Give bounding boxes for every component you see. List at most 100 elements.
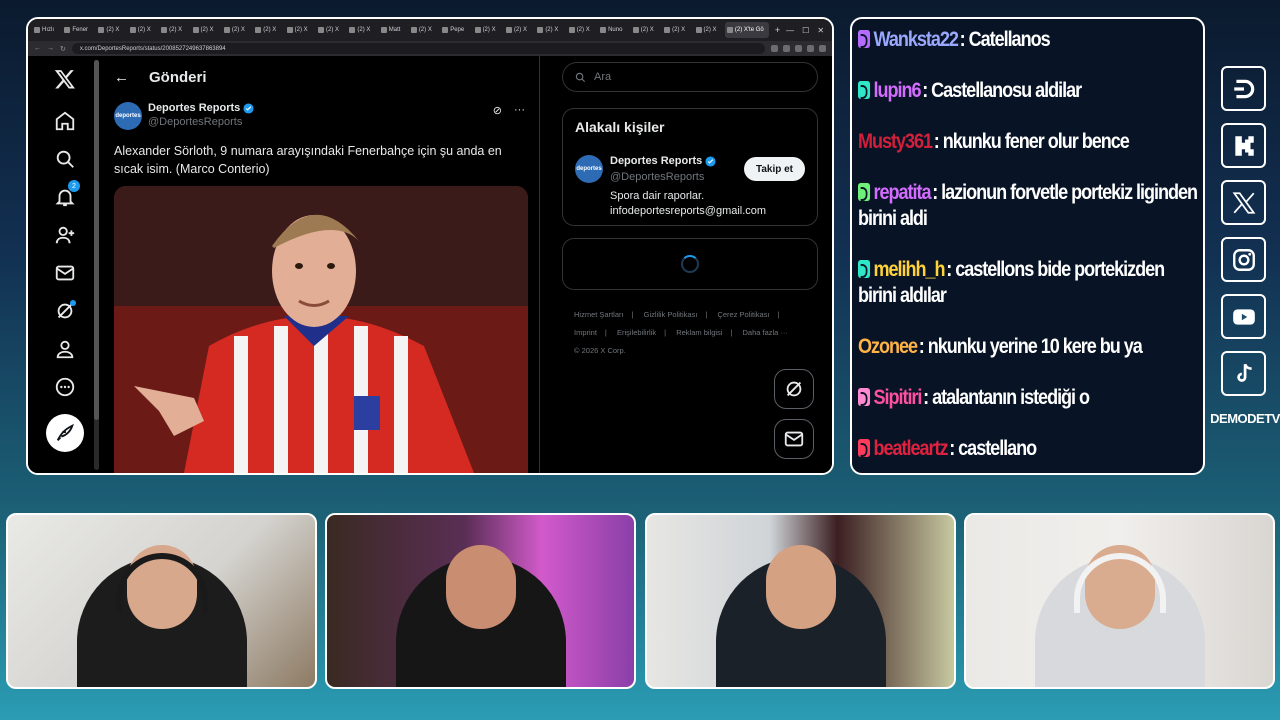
extension-icon[interactable] bbox=[795, 45, 802, 52]
follow-button[interactable]: Takip et bbox=[743, 157, 805, 181]
browser-tab[interactable]: (2) X bbox=[159, 22, 188, 38]
footer-link[interactable]: Daha fazla ··· bbox=[743, 328, 788, 337]
messages-mail-icon[interactable] bbox=[46, 254, 84, 292]
browser-tab[interactable]: (2) X bbox=[347, 22, 376, 38]
browser-tab[interactable]: (2) X bbox=[222, 22, 251, 38]
chat-username[interactable]: Sipitiri bbox=[873, 386, 922, 409]
home-icon[interactable] bbox=[46, 102, 84, 140]
browser-tab[interactable]: (2) X bbox=[662, 22, 691, 38]
more-options-icon[interactable] bbox=[46, 368, 84, 406]
tab-label: (2) X bbox=[294, 27, 308, 33]
related-name[interactable]: Deportes Reports bbox=[610, 155, 702, 167]
extension-icon[interactable] bbox=[819, 45, 826, 52]
explore-search-icon[interactable] bbox=[46, 140, 84, 178]
tab-favicon-icon bbox=[255, 27, 262, 33]
author-handle[interactable]: @DeportesReports bbox=[148, 116, 254, 128]
x-icon[interactable] bbox=[1221, 180, 1266, 225]
youtube-icon[interactable] bbox=[1221, 294, 1266, 339]
profile-icon[interactable] bbox=[46, 330, 84, 368]
reload-icon[interactable]: ↻ bbox=[60, 45, 66, 53]
browser-tab[interactable]: (2) X'te Gö bbox=[724, 22, 769, 38]
messages-float-button[interactable] bbox=[774, 419, 814, 459]
back-arrow-icon[interactable]: ← bbox=[114, 69, 129, 86]
back-nav-icon[interactable]: ← bbox=[34, 45, 41, 52]
browser-tab[interactable]: (2) X bbox=[567, 22, 596, 38]
chat-message: lupin6: Castellanosu aldilar bbox=[858, 78, 1202, 104]
tab-label: Matt bbox=[388, 27, 401, 33]
footer-link[interactable]: Imprint bbox=[574, 328, 597, 337]
new-tab-button[interactable]: + bbox=[771, 25, 784, 35]
tab-favicon-icon bbox=[726, 27, 733, 33]
browser-tab[interactable]: Hızlı bbox=[32, 22, 60, 38]
search-input[interactable]: Ara bbox=[562, 62, 818, 92]
browser-tab[interactable]: (2) X bbox=[128, 22, 157, 38]
tab-label: (2) X bbox=[576, 27, 590, 33]
browser-tab[interactable]: (2) X bbox=[473, 22, 502, 38]
dlive-icon[interactable] bbox=[1221, 66, 1266, 111]
extension-icon[interactable] bbox=[807, 45, 814, 52]
notifications-bell-icon[interactable]: 2 bbox=[46, 178, 84, 216]
chat-text: : Castellanosu aldilar bbox=[922, 79, 1082, 102]
chat-username[interactable]: lupin6 bbox=[873, 79, 921, 102]
grok-explain-icon[interactable]: ⊘ bbox=[493, 104, 502, 117]
chat-username[interactable]: melihh_h bbox=[873, 258, 945, 281]
browser-tab[interactable]: (2) X bbox=[535, 22, 564, 38]
browser-tab[interactable]: (2) X bbox=[694, 22, 723, 38]
footer-link[interactable]: Erişilebilirlik bbox=[617, 328, 656, 337]
minimize-icon[interactable]: — bbox=[786, 26, 794, 35]
browser-tab[interactable]: (2) X bbox=[96, 22, 125, 38]
more-menu-icon[interactable]: ··· bbox=[514, 104, 525, 117]
kick-icon[interactable] bbox=[1221, 123, 1266, 168]
chat-message: Wanksta22: Catellanos bbox=[858, 27, 1202, 53]
forward-nav-icon[interactable]: → bbox=[47, 45, 54, 52]
footer-link[interactable]: Reklam bilgisi bbox=[676, 328, 722, 337]
avatar[interactable]: deportes bbox=[114, 102, 142, 130]
browser-tab[interactable]: Fener bbox=[62, 22, 94, 38]
tab-label: (2) X bbox=[137, 27, 151, 33]
browser-tab[interactable]: (2) X bbox=[316, 22, 345, 38]
grok-float-button[interactable] bbox=[774, 369, 814, 409]
footer-link[interactable]: Gizlilik Politikası bbox=[644, 310, 698, 319]
tab-favicon-icon bbox=[537, 27, 544, 33]
browser-tab[interactable]: Nuno bbox=[598, 22, 629, 38]
tiktok-icon[interactable] bbox=[1221, 351, 1266, 396]
browser-tab[interactable]: (2) X bbox=[631, 22, 660, 38]
browser-tab[interactable]: (2) X bbox=[504, 22, 533, 38]
instagram-icon[interactable] bbox=[1221, 237, 1266, 282]
tab-strip: Hızlı Fener (2) X (2) X (2) X (2) X (2) X (2) X… bbox=[28, 19, 832, 41]
extension-icon[interactable] bbox=[771, 45, 778, 52]
related-handle[interactable]: @DeportesReports bbox=[610, 171, 704, 183]
extensions-bar bbox=[771, 45, 826, 52]
tab-favicon-icon bbox=[600, 27, 607, 33]
maximize-icon[interactable]: ☐ bbox=[802, 26, 809, 35]
footer-link[interactable]: Çerez Politikası bbox=[717, 310, 769, 319]
chat-username[interactable]: Musty361 bbox=[858, 130, 933, 153]
url-field[interactable]: x.com/DeportesReports/status/20085272496… bbox=[71, 43, 765, 54]
author-name[interactable]: Deportes Reports bbox=[148, 102, 240, 114]
chat-username[interactable]: Ozonee bbox=[858, 335, 918, 358]
footer-link[interactable]: Hizmet Şartları bbox=[574, 310, 624, 319]
tab-label: Nuno bbox=[608, 27, 623, 33]
browser-tab[interactable]: (2) X bbox=[285, 22, 314, 38]
browser-tab[interactable]: (2) X bbox=[191, 22, 220, 38]
chat-username[interactable]: repatita bbox=[873, 181, 931, 204]
x-logo-icon[interactable] bbox=[46, 60, 84, 98]
author-name-row: Deportes Reports bbox=[148, 102, 254, 114]
nav-scrollbar-thumb[interactable] bbox=[94, 60, 99, 420]
browser-tab[interactable]: Matt bbox=[379, 22, 407, 38]
avatar[interactable]: deportes bbox=[575, 155, 603, 183]
browser-tab[interactable]: Pepe bbox=[440, 22, 470, 38]
compose-post-button[interactable] bbox=[46, 414, 84, 452]
tweet-photo[interactable] bbox=[114, 186, 528, 473]
extension-icon[interactable] bbox=[783, 45, 790, 52]
chat-username[interactable]: beatleartz bbox=[873, 437, 948, 460]
browser-tab[interactable]: (2) X bbox=[253, 22, 282, 38]
tab-favicon-icon bbox=[161, 27, 168, 33]
chat-username[interactable]: Wanksta22 bbox=[873, 28, 958, 51]
grok-icon[interactable] bbox=[46, 292, 84, 330]
kick-badge-icon bbox=[858, 81, 871, 99]
browser-tab[interactable]: (2) X bbox=[409, 22, 438, 38]
follow-people-icon[interactable] bbox=[46, 216, 84, 254]
close-icon[interactable]: ✕ bbox=[817, 26, 824, 35]
player-photo-illustration bbox=[114, 186, 528, 473]
